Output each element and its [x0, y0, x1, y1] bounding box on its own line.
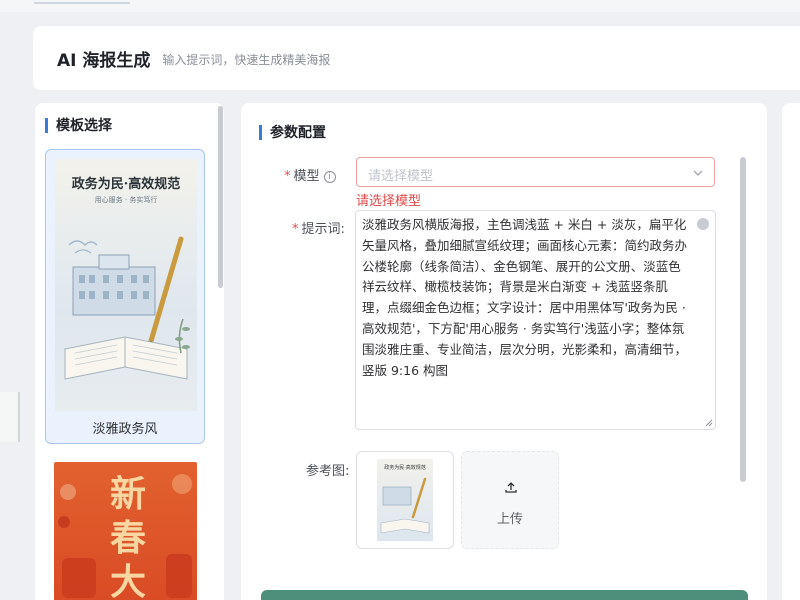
template-card-gov[interactable]: 政务为民·高效规范 用心服务 · 务实笃行 淡雅政务风: [45, 149, 205, 444]
template-card-label: 淡雅政务风: [92, 422, 158, 437]
prompt-label-text: 提示词:: [301, 222, 345, 237]
page-title: AI 海报生成: [57, 50, 151, 71]
page-subtitle: 输入提示词，快速生成精美海报: [162, 52, 331, 67]
template-section-title: 模板选择: [45, 115, 112, 135]
upload-label: 上传: [496, 512, 523, 527]
model-error-message: 请选择模型: [356, 194, 422, 209]
model-select-placeholder: 请选择模型: [368, 169, 434, 184]
info-icon[interactable]: i: [323, 171, 336, 183]
resize-handle-icon[interactable]: [704, 418, 713, 427]
template-scrollbar[interactable]: [218, 106, 223, 288]
template-card-spring[interactable]: 新春大: [54, 462, 197, 600]
reference-thumb-title: 政务为民·高效规范: [384, 465, 426, 471]
top-tab-indicator: [34, 0, 130, 4]
required-mark: *: [292, 222, 299, 237]
config-section-title: 参数配置: [259, 122, 326, 142]
template-preview-image: 政务为民·高效规范 用心服务 · 务实笃行: [55, 159, 197, 411]
side-nav-edge[interactable]: [0, 392, 20, 442]
clear-icon[interactable]: [697, 218, 709, 230]
spring-poster-title: 新春大: [109, 473, 146, 600]
reference-image-thumb[interactable]: 政务为民·高效规范: [356, 451, 454, 549]
prompt-textarea[interactable]: 淡雅政务风横版海报，主色调浅蓝 + 米白 + 淡灰，扁平化矢量风格，叠加细腻宣纸…: [355, 210, 716, 430]
page-header: AI 海报生成 输入提示词，快速生成精美海报: [33, 26, 800, 90]
section-accent-bar: [45, 117, 48, 133]
required-mark: *: [284, 169, 291, 184]
result-panel-edge: [782, 103, 800, 600]
template-section-label: 模板选择: [56, 118, 112, 134]
reference-image-preview: 政务为民·高效规范: [377, 459, 433, 541]
model-label-text: 模型: [293, 169, 320, 184]
prompt-label: * 提示词:: [292, 218, 345, 237]
model-select[interactable]: 请选择模型: [356, 157, 715, 187]
generate-button[interactable]: [261, 590, 748, 600]
config-section-label: 参数配置: [270, 125, 326, 141]
section-accent-bar: [259, 124, 262, 140]
poster-title: 政务为民·高效规范: [71, 177, 181, 192]
reference-label: 参考图:: [306, 464, 350, 479]
config-scrollbar[interactable]: [740, 157, 746, 482]
reference-thumb-illustration: [380, 477, 430, 534]
chevron-down-icon: [693, 170, 703, 176]
poster-subtitle: 用心服务 · 务实笃行: [94, 196, 158, 204]
poster-illustration: [64, 236, 190, 380]
upload-icon: [505, 482, 517, 493]
upload-button[interactable]: 上传: [461, 451, 559, 549]
model-label: * 模型 i: [284, 165, 336, 184]
